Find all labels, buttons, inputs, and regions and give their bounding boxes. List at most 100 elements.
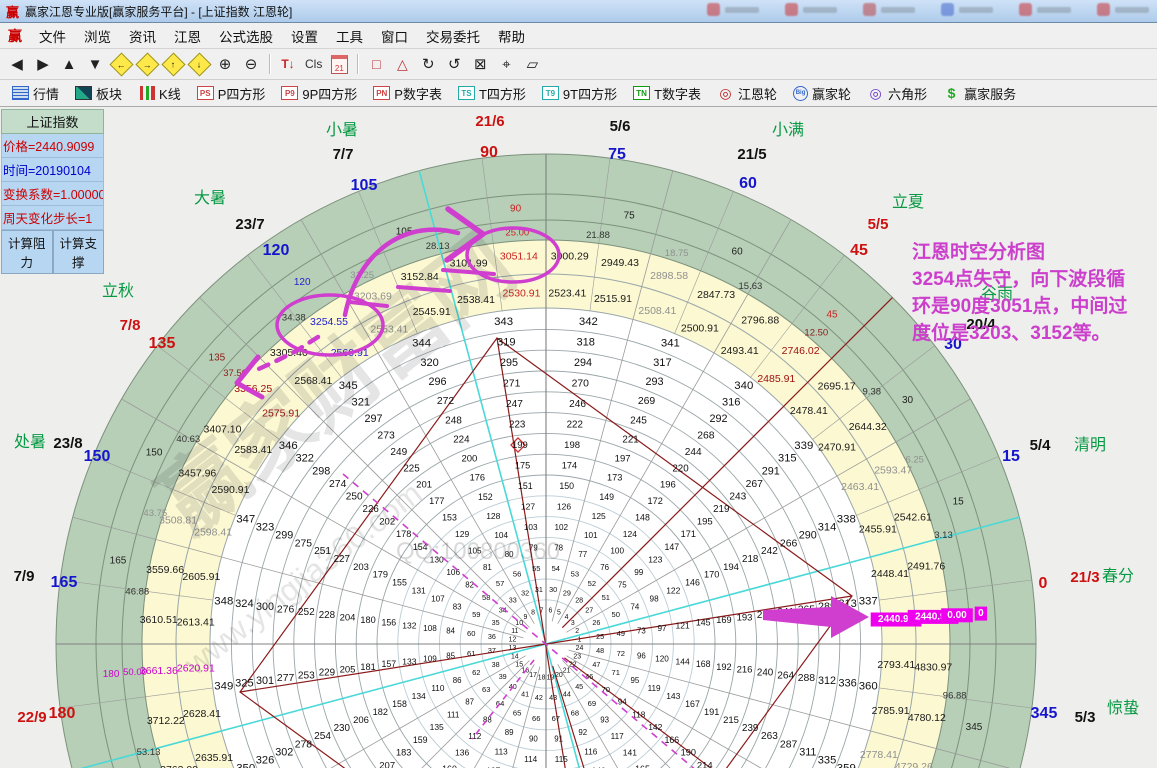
ghost-icon: [707, 3, 759, 16]
svg-text:21/3: 21/3: [1070, 569, 1099, 586]
t-down-icon[interactable]: T↓: [276, 52, 300, 76]
pan-right-icon[interactable]: →: [135, 52, 159, 76]
zoom-out-icon[interactable]: ⊖: [239, 52, 263, 76]
svg-text:290: 290: [799, 529, 817, 541]
menu-浏览[interactable]: 浏览: [75, 23, 120, 49]
menu-窗口[interactable]: 窗口: [372, 23, 417, 49]
svg-text:7/7: 7/7: [333, 146, 354, 163]
rotate-ccw-icon[interactable]: ↺: [442, 52, 466, 76]
svg-text:315: 315: [778, 453, 797, 465]
ribbon-9T四方形[interactable]: T99T四方形: [534, 82, 625, 104]
ribbon-行情[interactable]: 行情: [4, 82, 67, 104]
nav-up-icon[interactable]: ▲: [57, 52, 81, 76]
svg-text:336: 336: [838, 678, 857, 690]
ribbon-赢家服务[interactable]: $赢家服务: [935, 82, 1024, 104]
gann-wheel[interactable]: 1234567891011121314151617181920212223242…: [0, 107, 1157, 768]
menu-资讯[interactable]: 资讯: [120, 23, 165, 49]
nav-right-icon[interactable]: ▶: [31, 52, 55, 76]
svg-text:小满: 小满: [772, 121, 804, 139]
svg-text:2448.41: 2448.41: [871, 568, 909, 580]
svg-text:180: 180: [49, 705, 76, 722]
ribbon-P四方形[interactable]: PSP四方形: [189, 82, 274, 104]
ribbon-T数字表[interactable]: TNT数字表: [625, 82, 709, 104]
ribbon-P数字表[interactable]: PNP数字表: [365, 82, 450, 104]
svg-text:2635.91: 2635.91: [195, 752, 233, 764]
ghost-icon: [785, 3, 837, 16]
ribbon-六角形[interactable]: ◎六角形: [859, 82, 935, 104]
svg-text:317: 317: [653, 357, 672, 369]
svg-text:182: 182: [373, 707, 388, 717]
cls-button[interactable]: Cls: [302, 52, 325, 76]
menu-文件[interactable]: 文件: [30, 23, 75, 49]
chart-area[interactable]: 1234567891011121314151617181920212223242…: [0, 107, 1157, 768]
ribbon-9P四方形[interactable]: P99P四方形: [273, 82, 365, 104]
svg-text:122: 122: [666, 586, 680, 596]
menu-设置[interactable]: 设置: [282, 23, 327, 49]
svg-text:301: 301: [256, 675, 274, 687]
ribbon-T数字表-icon: TN: [633, 86, 650, 100]
svg-text:342: 342: [579, 316, 598, 328]
menu-交易委托[interactable]: 交易委托: [417, 23, 489, 49]
svg-text:2746.02: 2746.02: [782, 345, 820, 357]
svg-text:36: 36: [488, 632, 496, 641]
svg-text:193: 193: [737, 612, 753, 623]
menu-工具[interactable]: 工具: [327, 23, 372, 49]
svg-text:267: 267: [746, 479, 764, 490]
svg-text:67: 67: [552, 714, 560, 723]
square-tool-icon[interactable]: □: [364, 52, 388, 76]
svg-text:2793.41: 2793.41: [877, 659, 915, 671]
svg-text:168: 168: [696, 659, 711, 669]
svg-text:111: 111: [447, 710, 460, 719]
analysis-note-line: 环是90度3051点，中间过: [912, 293, 1157, 320]
svg-text:126: 126: [557, 502, 571, 512]
calendar-icon[interactable]: 21: [327, 52, 351, 76]
ribbon-江恩轮-icon: ◎: [717, 86, 734, 100]
svg-text:203: 203: [353, 562, 369, 573]
crosshair-icon[interactable]: ⌖: [494, 52, 518, 76]
pan-left-icon[interactable]: ←: [109, 52, 133, 76]
svg-text:147: 147: [664, 542, 679, 552]
svg-text:76: 76: [600, 563, 609, 572]
ribbon-label: K线: [159, 84, 181, 103]
triangle-tool-icon[interactable]: △: [390, 52, 414, 76]
menu-帮助[interactable]: 帮助: [489, 23, 534, 49]
svg-text:2593.47: 2593.47: [874, 465, 912, 477]
svg-text:171: 171: [681, 529, 696, 539]
svg-text:245: 245: [630, 415, 647, 426]
ribbon-江恩轮[interactable]: ◎江恩轮: [709, 82, 785, 104]
pan-up-icon[interactable]: ↑: [161, 52, 185, 76]
svg-text:275: 275: [295, 538, 313, 549]
ribbon-P数字表-icon: PN: [373, 86, 390, 100]
ribbon-板块[interactable]: 板块: [67, 82, 130, 104]
svg-text:39: 39: [499, 672, 507, 681]
nav-left-icon[interactable]: ◀: [5, 52, 29, 76]
svg-text:254: 254: [314, 731, 331, 742]
button-计算支撑[interactable]: 计算支撑: [53, 230, 105, 274]
svg-text:42: 42: [535, 693, 543, 702]
svg-text:223: 223: [509, 419, 526, 430]
menu-公式选股[interactable]: 公式选股: [210, 23, 282, 49]
svg-text:133: 133: [402, 656, 416, 666]
ribbon-T四方形[interactable]: TST四方形: [450, 82, 534, 104]
zoom-in-icon[interactable]: ⊕: [213, 52, 237, 76]
svg-text:2695.17: 2695.17: [818, 381, 856, 393]
menu-江恩[interactable]: 江恩: [165, 23, 210, 49]
svg-text:0: 0: [1039, 575, 1048, 592]
analysis-note: 江恩时空分析图3254点失守，向下波段循环是90度3051点，中间过度位是320…: [912, 239, 1157, 347]
eraser-icon[interactable]: ▱: [520, 52, 544, 76]
ribbon-K线[interactable]: K线: [130, 82, 189, 104]
button-计算阻力[interactable]: 计算阻力: [1, 230, 53, 274]
svg-text:2628.41: 2628.41: [183, 708, 221, 720]
nav-down-icon[interactable]: ▼: [83, 52, 107, 76]
svg-text:7: 7: [540, 607, 544, 614]
svg-text:150: 150: [146, 448, 163, 459]
select-box-icon[interactable]: ⊠: [468, 52, 492, 76]
analysis-note-line: 江恩时空分析图: [912, 239, 1157, 266]
svg-text:318: 318: [576, 336, 595, 348]
pan-down-icon[interactable]: ↓: [187, 52, 211, 76]
svg-text:253: 253: [298, 670, 315, 681]
ribbon-赢家轮[interactable]: Big赢家轮: [785, 82, 859, 104]
rotate-cw-icon[interactable]: ↻: [416, 52, 440, 76]
svg-text:264: 264: [777, 670, 794, 681]
ribbon-P四方形-icon: PS: [197, 86, 214, 100]
